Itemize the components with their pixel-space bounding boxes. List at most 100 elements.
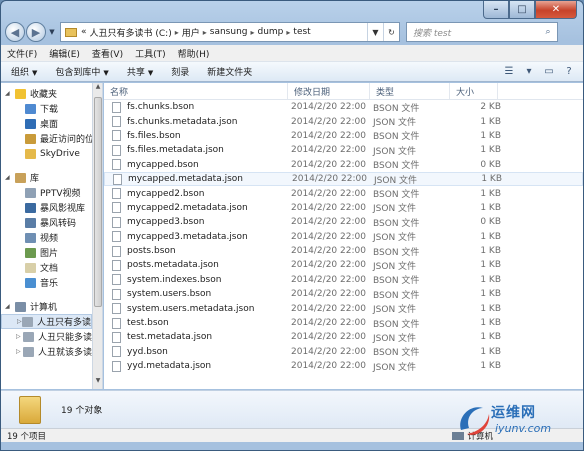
search-icon[interactable]: ⌕ [539,27,557,37]
nav-library[interactable]: ◢ 库 [1,170,92,185]
close-button[interactable]: ✕ [535,1,577,19]
menu-edit[interactable]: 编辑(E) [49,47,80,60]
file-row[interactable]: posts.bson 2014/2/20 22:00 BSON 文件 1 KB [104,244,583,258]
file-type: JSON 文件 [373,118,417,129]
file-name: test.metadata.json [127,332,213,343]
file-row[interactable]: mycapped3.bson 2014/2/20 22:00 BSON 文件 0 KB [104,215,583,229]
file-row[interactable]: mycapped3.metadata.json 2014/2/20 22:00 JS… [104,230,583,244]
nav-item-desktop[interactable]: 桌面 [1,116,92,131]
chevron-right-icon[interactable]: ▸ [203,28,207,37]
nav-item-baofeng-library[interactable]: 暴风影视库 [1,200,92,215]
breadcrumb-drive[interactable]: 人丑只有多读书 (C:) [90,26,172,39]
nav-item-pictures[interactable]: 图片 [1,245,92,260]
file-date: 2014/2/20 22:00 [291,145,366,156]
include-in-library-button[interactable]: 包含到库中 ▼ [55,65,108,78]
chevron-right-icon[interactable]: ▸ [250,28,254,37]
file-row[interactable]: test.bson 2014/2/20 22:00 BSON 文件 1 KB [104,316,583,330]
nav-item-skydrive[interactable]: SkyDrive [1,146,92,161]
file-row[interactable]: fs.files.metadata.json 2014/2/20 22:00 JSO… [104,143,583,157]
file-row[interactable]: mycapped2.bson 2014/2/20 22:00 BSON 文件 1 KB [104,186,583,200]
file-row[interactable]: system.indexes.bson 2014/2/20 22:00 BSON 文… [104,273,583,287]
file-row[interactable]: system.users.bson 2014/2/20 22:00 BSON 文件 1… [104,287,583,301]
column-date[interactable]: 修改日期 [288,83,370,99]
breadcrumb-test[interactable]: test [293,27,310,37]
chevron-right-icon[interactable]: ▸ [286,28,290,37]
nav-item-drive-d[interactable]: ▷ 人丑只能多读 [1,329,92,344]
expand-icon[interactable]: ◢ [5,174,15,181]
file-row[interactable]: fs.files.bson 2014/2/20 22:00 BSON 文件 1 KB [104,129,583,143]
file-type: BSON 文件 [373,348,420,359]
file-row[interactable]: fs.chunks.bson 2014/2/20 22:00 BSON 文件 2 KB [104,100,583,114]
recent-pages-dropdown[interactable]: ▼ [47,28,57,36]
nav-favorites[interactable]: ◢ 收藏夹 [1,86,92,101]
file-row[interactable]: mycapped.metadata.json 2014/2/20 22:00 JSO… [104,171,583,187]
nav-computer[interactable]: ◢ 计算机 [1,299,92,314]
column-headers: 名称 修改日期 类型 大小 [104,83,583,100]
nav-item-documents[interactable]: 文档 [1,260,92,275]
nav-item-drive-c[interactable]: ▷ 人丑只有多读 [1,314,92,329]
column-name[interactable]: 名称 [104,83,288,99]
file-size: 1 KB [480,231,501,242]
view-dropdown-icon[interactable]: ▾ [519,64,539,80]
refresh-icon[interactable]: ↻ [383,23,399,41]
nav-item-pptv[interactable]: PPTV视频 [1,185,92,200]
address-bar[interactable]: « 人丑只有多读书 (C:) ▸ 用户 ▸ sansung ▸ dump ▸ t… [60,22,400,42]
scroll-down-icon[interactable]: ▼ [93,377,103,389]
new-folder-button[interactable]: 新建文件夹 [207,65,252,78]
file-row[interactable]: yyd.bson 2014/2/20 22:00 BSON 文件 1 KB [104,345,583,359]
minimize-button[interactable]: – [483,1,509,19]
back-button[interactable]: ◀ [5,22,25,42]
column-type[interactable]: 类型 [370,83,450,99]
organize-button[interactable]: 组织 ▼ [11,65,37,78]
nav-item-videos[interactable]: 视频 [1,230,92,245]
nav-item-downloads[interactable]: 下载 [1,101,92,116]
expand-icon[interactable]: ▷ [16,348,23,355]
file-date: 2014/2/20 22:00 [291,274,366,285]
breadcrumb-overflow[interactable]: « [81,27,87,37]
file-row[interactable]: test.metadata.json 2014/2/20 22:00 JSON 文件… [104,330,583,344]
scroll-up-icon[interactable]: ▲ [93,83,103,95]
preview-pane-icon[interactable]: ▭ [539,64,559,80]
menu-help[interactable]: 帮助(H) [178,47,210,60]
forward-button[interactable]: ▶ [26,22,46,42]
drive-icon [21,316,33,327]
nav-item-recent[interactable]: 最近访问的位 [1,131,92,146]
menu-tools[interactable]: 工具(T) [135,47,166,60]
burn-button[interactable]: 刻录 [171,65,189,78]
expand-icon[interactable]: ▷ [16,333,23,340]
menu-file[interactable]: 文件(F) [7,47,37,60]
scroll-thumb[interactable] [94,97,102,307]
file-row[interactable]: posts.metadata.json 2014/2/20 22:00 JSON 文… [104,258,583,272]
column-size[interactable]: 大小 [450,83,498,99]
file-date: 2014/2/20 22:00 [291,246,366,257]
file-size: 1 KB [480,188,501,199]
view-options-icon[interactable]: ☰ [499,64,519,80]
file-type: JSON 文件 [373,362,417,373]
breadcrumb-users[interactable]: 用户 [182,26,200,39]
share-button[interactable]: 共享 ▼ [127,65,153,78]
search-input[interactable]: 搜索 test ⌕ [406,22,558,42]
expand-icon[interactable]: ◢ [5,303,15,310]
file-size: 1 KB [480,246,501,257]
menu-view[interactable]: 查看(V) [92,47,123,60]
file-row[interactable]: mycapped.bson 2014/2/20 22:00 BSON 文件 0 KB [104,158,583,172]
breadcrumb-dump[interactable]: dump [258,27,284,37]
file-row[interactable]: fs.chunks.metadata.json 2014/2/20 22:00 JS… [104,114,583,128]
nav-item-baofeng-transcode[interactable]: 暴风转码 [1,215,92,230]
video-library-icon [25,217,36,228]
nav-item-drive-e[interactable]: ▷ 人丑就该多读 [1,344,92,359]
address-dropdown-icon[interactable]: ▼ [367,23,383,41]
expand-icon[interactable]: ◢ [5,90,15,97]
nav-item-music[interactable]: 音乐 [1,275,92,290]
nav-scrollbar[interactable]: ▲ ▼ [93,83,103,389]
help-icon[interactable]: ? [559,64,579,80]
file-row[interactable]: system.users.metadata.json 2014/2/20 22:0… [104,301,583,315]
file-row[interactable]: mycapped2.metadata.json 2014/2/20 22:00 JS… [104,201,583,215]
file-row[interactable]: yyd.metadata.json 2014/2/20 22:00 JSON 文件 1… [104,359,583,373]
file-name: system.users.bson [127,289,212,300]
file-type: BSON 文件 [373,103,420,114]
breadcrumb-user[interactable]: sansung [210,27,248,37]
chevron-right-icon[interactable]: ▸ [175,28,179,37]
maximize-button[interactable]: □ [509,1,535,19]
explorer-window: – □ ✕ ◀ ▶ ▼ « 人丑只有多读书 (C:) ▸ 用户 ▸ sansun… [0,0,584,451]
